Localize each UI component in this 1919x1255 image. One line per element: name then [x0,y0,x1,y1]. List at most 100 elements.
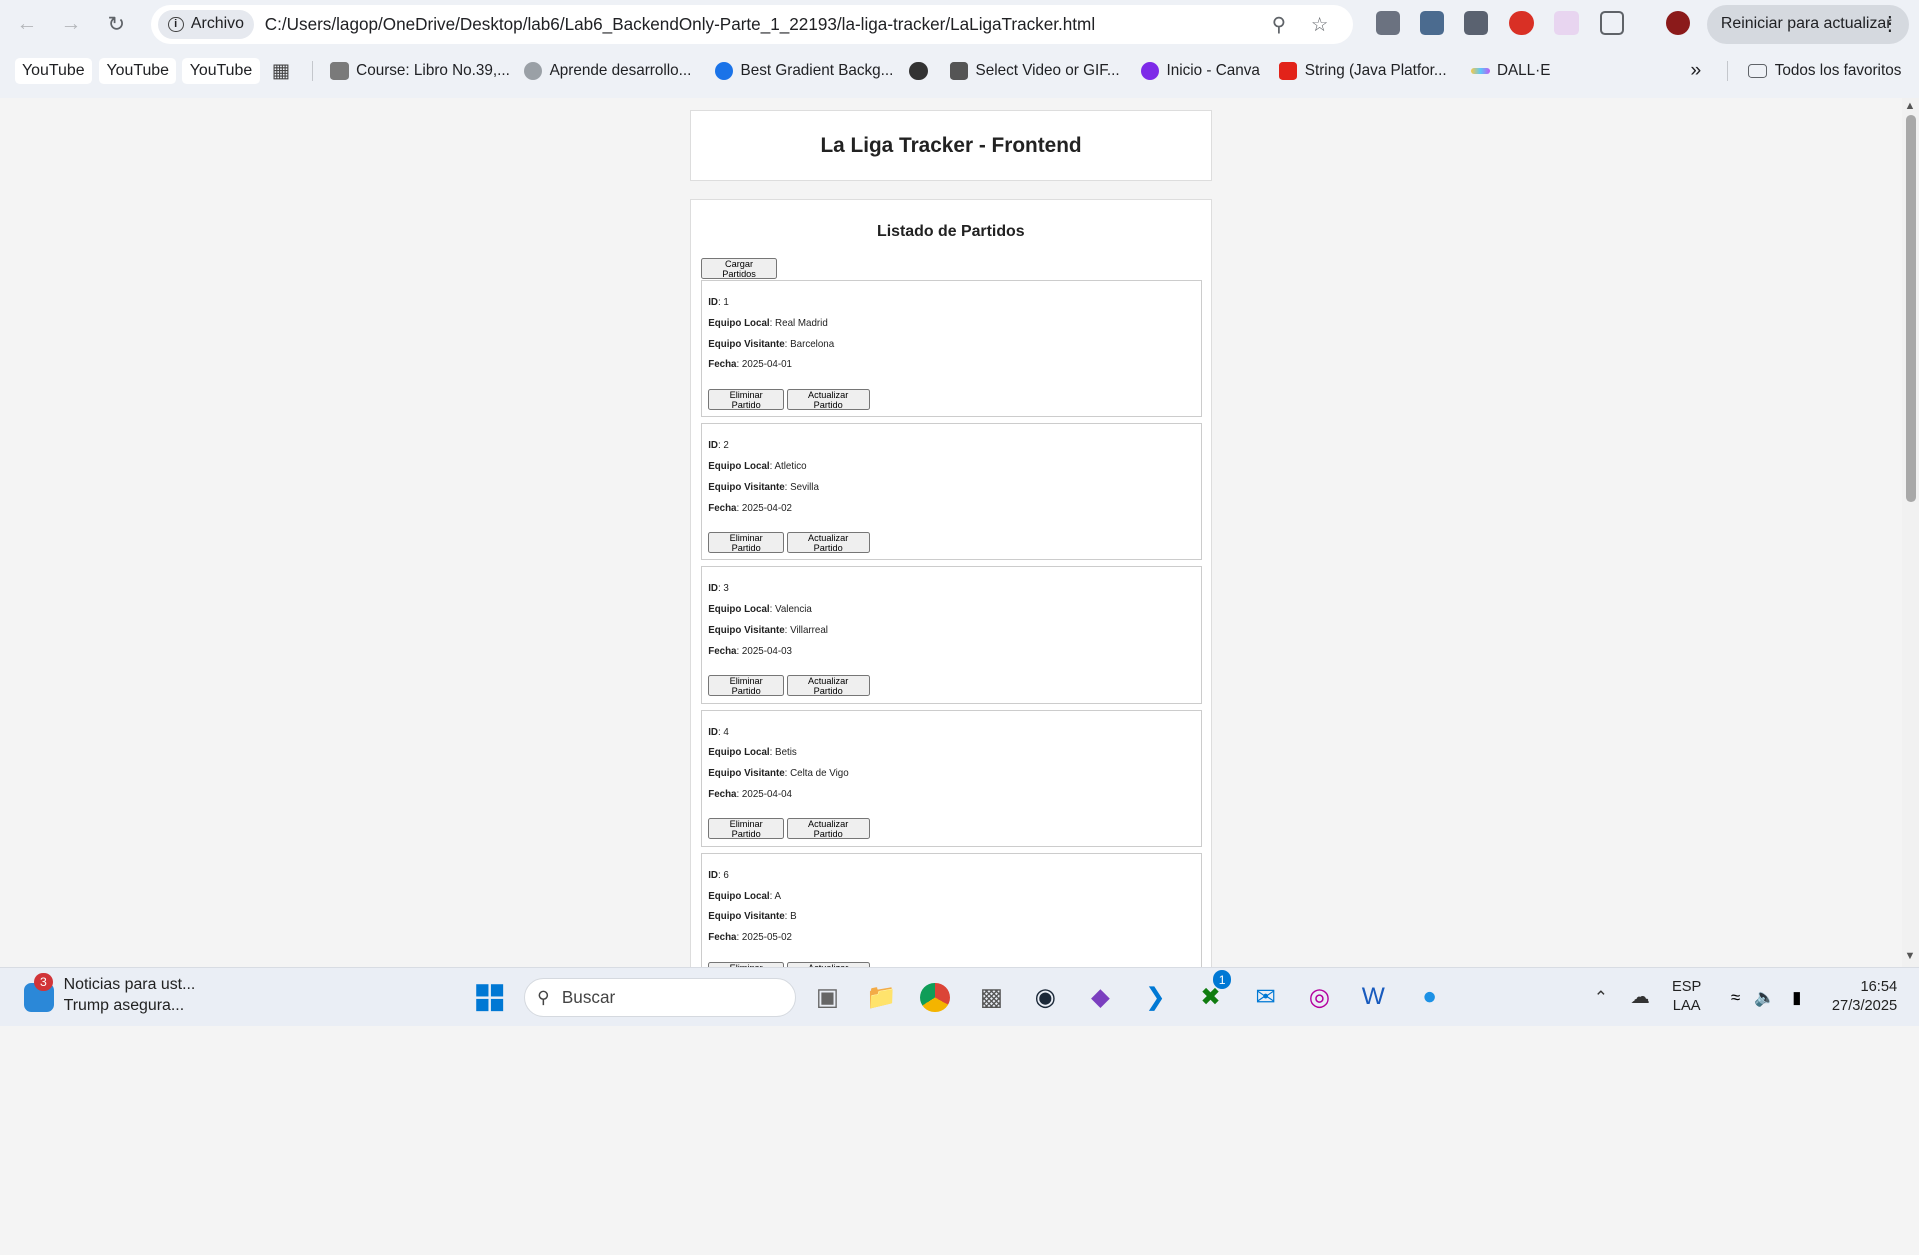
news-widget[interactable]: 3 Noticias para ust... Trump asegura... [24,972,195,1017]
bookmark-star-icon[interactable]: ☆ [1311,13,1329,37]
bookmark-label: Aprende desarrollo... [549,61,692,79]
bookmark-aprende[interactable]: Aprende desarrollo... [523,58,692,85]
zoom-icon[interactable]: ⚲ [1272,13,1286,37]
load-matches-button[interactable]: Cargar Partidos [701,258,777,279]
delete-match-button[interactable]: Eliminar Partido [708,675,785,696]
match-id: : 1 [718,296,729,308]
bookmark-label: DALL·E [1496,61,1551,79]
url-text[interactable]: C:/Users/lagop/OneDrive/Desktop/lab6/Lab… [265,14,1095,35]
more-bookmarks-icon[interactable]: » [1690,58,1701,85]
bookmark-select-video[interactable]: Select Video or GIF... [949,58,1120,85]
search-icon: ⚲ [537,986,550,1007]
delete-match-button[interactable]: Eliminar Partido [708,531,785,553]
steam-icon[interactable]: ◉ [1026,978,1065,1017]
restart-update-button[interactable]: Reiniciar para actualizar ⋮ [1707,4,1910,45]
page-viewport: La Liga Tracker - Frontend Listado de Pa… [0,97,1903,967]
scroll-down-icon[interactable]: ▼ [1905,950,1916,962]
word-icon[interactable]: W [1354,978,1393,1017]
reload-icon[interactable]: ↻ [99,7,133,41]
zotero-icon[interactable] [1463,11,1489,36]
match-actions: Eliminar Partido Actualizar Partido [708,388,870,410]
all-bookmarks-folder[interactable]: Todos los favoritos [1747,58,1901,85]
bookmark-gradient[interactable]: Best Gradient Backg... [714,58,894,85]
match-id-row: ID: 4 [708,727,729,738]
bookmark-separator [312,61,314,81]
match-home-row: Equipo Local: Betis [708,747,797,758]
update-match-button[interactable]: Actualizar Partido [786,388,870,410]
app-icon[interactable]: ▩ [972,978,1011,1017]
scroll-up-icon[interactable]: ▲ [1905,100,1916,112]
clock[interactable]: 16:54 27/3/2025 [1821,978,1897,1017]
match-home: : Real Madrid [769,317,828,329]
bookmark-label: Inicio - Canva [1166,61,1260,79]
match-date-row: Fecha: 2025-04-02 [708,503,792,514]
extension-icon[interactable] [1419,11,1445,36]
address-bar[interactable]: i Archivo C:/Users/lagop/OneDrive/Deskto… [150,4,1353,45]
restart-update-label: Reiniciar para actualizar [1720,15,1892,33]
delete-match-button[interactable]: Eliminar Partido [708,818,785,839]
task-view-icon[interactable]: ▣ [808,978,847,1017]
match-date: : 2025-04-04 [736,788,792,800]
site-info-label: Archivo [190,15,244,33]
match-date-row: Fecha: 2025-04-03 [708,646,792,657]
browser-toolbar: ← → ↻ i Archivo C:/Users/lagop/OneDrive/… [0,0,1919,49]
more-menu-icon[interactable]: ⋮ [1880,12,1900,36]
language-indicator[interactable]: ESP LAA [1672,978,1701,1017]
taskbar-search[interactable]: ⚲ Buscar [523,977,796,1017]
bookmark-course[interactable]: Course: Libro No.39,... [330,58,510,85]
id-label: ID [708,440,718,452]
id-label: ID [708,726,718,738]
m365-icon[interactable]: ◆ [1081,978,1120,1017]
bookmark-canva[interactable]: Inicio - Canva [1140,58,1260,85]
file-explorer-icon[interactable]: 📁 [862,978,901,1017]
windows-start-icon[interactable] [470,978,509,1017]
update-match-button[interactable]: Actualizar Partido [786,675,870,696]
match-away-row: Equipo Visitante: B [708,911,796,922]
scrollbar-thumb[interactable] [1905,115,1916,502]
bookmark-youtube[interactable]: YouTube [182,57,260,85]
bookmark-youtube[interactable]: YouTube [14,57,92,85]
bookmark-dalle[interactable]: DALL·E [1471,58,1550,85]
back-icon[interactable]: ← [10,7,44,41]
extension-icon[interactable] [1554,11,1579,36]
battery-icon[interactable]: ▮ [1777,978,1816,1017]
bookmark-youtube[interactable]: YouTube [99,57,177,85]
delete-match-button[interactable]: Eliminar Partido [708,388,785,410]
vscode-icon[interactable]: ❯ [1136,978,1175,1017]
home-label: Equipo Local [708,890,770,902]
match-id-row: ID: 3 [708,583,729,594]
chrome-icon[interactable] [916,978,955,1017]
bookmark-globe[interactable] [909,58,928,85]
extensions-puzzle-icon[interactable] [1599,11,1625,36]
extension-icon[interactable] [1509,11,1534,36]
bookmark-label: Best Gradient Backg... [740,61,894,79]
chevron-up-icon[interactable]: ⌃ [1581,978,1620,1017]
globe-icon [523,61,543,81]
outlook-icon[interactable]: ✉ [1246,978,1285,1017]
page-scrollbar[interactable]: ▲ ▼ [1902,97,1919,967]
app-icon[interactable]: ◎ [1300,978,1339,1017]
profile-avatar[interactable] [1665,11,1691,36]
forward-icon[interactable]: → [54,7,88,41]
match-date-row: Fecha: 2025-04-01 [708,359,792,370]
match-home-row: Equipo Local: Atletico [708,461,806,472]
match-date: : 2025-05-02 [736,932,792,944]
match-away: : Celta de Vigo [784,768,849,780]
windows-taskbar: 3 Noticias para ust... Trump asegura... … [0,966,1919,1026]
docker-icon[interactable]: ● [1410,978,1449,1017]
xbox-icon[interactable]: ✖ 1 [1191,970,1232,1017]
home-label: Equipo Local [708,460,770,472]
date-label: Fecha [708,502,737,514]
match-card: ID: 3 Equipo Local: Valencia Equipo Visi… [701,566,1202,704]
update-match-button[interactable]: Actualizar Partido [786,818,870,839]
match-actions: Eliminar Partido Actualizar Partido [708,818,870,839]
extension-icon[interactable] [1375,11,1401,36]
away-label: Equipo Visitante [708,911,785,923]
update-match-button[interactable]: Actualizar Partido [786,531,870,553]
match-away: : Villarreal [784,624,828,636]
bookmark-string-java[interactable]: String (Java Platfor... [1279,58,1447,85]
onedrive-icon[interactable]: ☁ [1621,978,1660,1017]
page-title: La Liga Tracker - Frontend [820,133,1082,157]
site-info-chip[interactable]: i Archivo [157,9,254,40]
apps-grid-icon[interactable]: ▦ [272,58,291,85]
